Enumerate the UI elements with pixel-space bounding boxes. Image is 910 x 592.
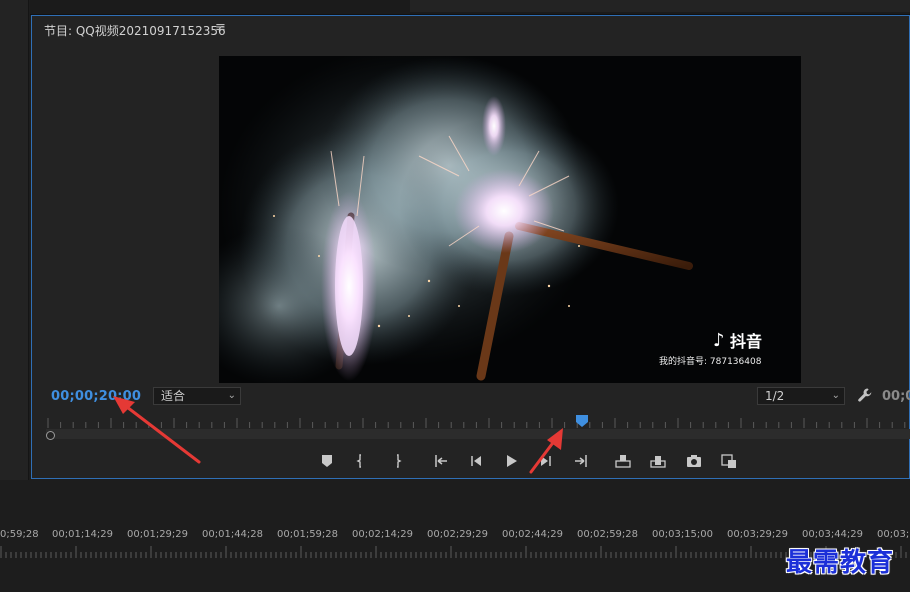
mark-in-button[interactable]	[353, 452, 371, 470]
annotation-arrow-left	[113, 396, 201, 464]
insert-button[interactable]	[614, 452, 632, 470]
settings-wrench-icon[interactable]	[857, 387, 873, 403]
sequence-ruler-ticks	[0, 546, 907, 558]
sequence-ruler-label: 00;02;14;29	[352, 529, 414, 540]
go-to-in-icon	[435, 455, 447, 467]
step-back-icon	[471, 456, 481, 466]
camera-icon	[687, 455, 701, 467]
sequence-ruler-label: 00;03;	[877, 529, 910, 540]
resolution-value: 1/2	[765, 389, 785, 403]
douyin-account: 我的抖音号: 787136408	[659, 355, 762, 367]
watermark-text: 最需教育	[786, 548, 895, 578]
play-button[interactable]	[502, 452, 520, 470]
sequence-ruler-label: 00;01;44;28	[202, 529, 264, 540]
mark-out-button[interactable]	[387, 452, 405, 470]
add-marker-button[interactable]	[318, 452, 336, 470]
sequence-ruler-label: 00;01;29;29	[127, 529, 189, 540]
sequence-ruler-label: 00;02;59;28	[577, 529, 639, 540]
left-panel-edge	[0, 0, 29, 480]
sequence-time-ruler[interactable]: 0;59;28 00;01;14;29 00;01;29;29 00;01;44;28…	[0, 520, 910, 560]
chevron-down-icon: ⌄	[227, 390, 236, 401]
playhead-indicator[interactable]	[576, 415, 589, 427]
go-to-in-button[interactable]	[432, 452, 450, 470]
overwrite-icon	[650, 456, 666, 468]
button-editor-button[interactable]	[720, 452, 738, 470]
top-panel-edge	[30, 0, 910, 15]
overwrite-button[interactable]	[649, 452, 667, 470]
sequence-ruler-label: 00;01;59;28	[277, 529, 339, 540]
duration-timecode: 00;0	[882, 389, 910, 404]
insert-icon	[615, 455, 631, 468]
video-frame[interactable]: ♪ 抖音 我的抖音号: 787136408	[219, 56, 801, 383]
zoom-scroll-handle[interactable]	[46, 431, 55, 440]
sequence-ruler-label: 00;03;15;00	[652, 529, 714, 540]
sequence-ruler-label: 00;02;29;29	[427, 529, 489, 540]
export-frame-button[interactable]	[685, 452, 703, 470]
play-icon	[507, 455, 517, 467]
mark-in-icon	[356, 454, 361, 468]
sequence-ruler-label: 00;03;44;29	[802, 529, 864, 540]
go-to-out-button[interactable]	[572, 452, 590, 470]
panel-title[interactable]: 节目: QQ视频20210917152356	[44, 22, 226, 39]
go-to-out-icon	[575, 455, 587, 467]
button-editor-icon	[721, 454, 736, 468]
douyin-logo: ♪	[713, 330, 725, 351]
panel-menu-icon[interactable]: ≡	[215, 20, 226, 35]
playback-resolution-select[interactable]: 1/2 ⌄	[757, 387, 845, 405]
annotation-arrow-right	[529, 428, 563, 474]
sequence-ruler-label: 00;01;14;29	[52, 529, 114, 540]
sequence-ruler-label: 0;59;28	[0, 529, 39, 540]
video-image: ♪ 抖音 我的抖音号: 787136408	[219, 56, 801, 383]
sequence-ruler-label: 00;02;44;29	[502, 529, 564, 540]
sequence-ruler-label: 00;03;29;29	[727, 529, 789, 540]
step-back-button[interactable]	[467, 452, 485, 470]
chevron-down-icon: ⌄	[831, 390, 840, 401]
marker-icon	[322, 455, 332, 467]
douyin-brand: 抖音	[730, 332, 762, 351]
mark-out-icon	[397, 454, 402, 468]
